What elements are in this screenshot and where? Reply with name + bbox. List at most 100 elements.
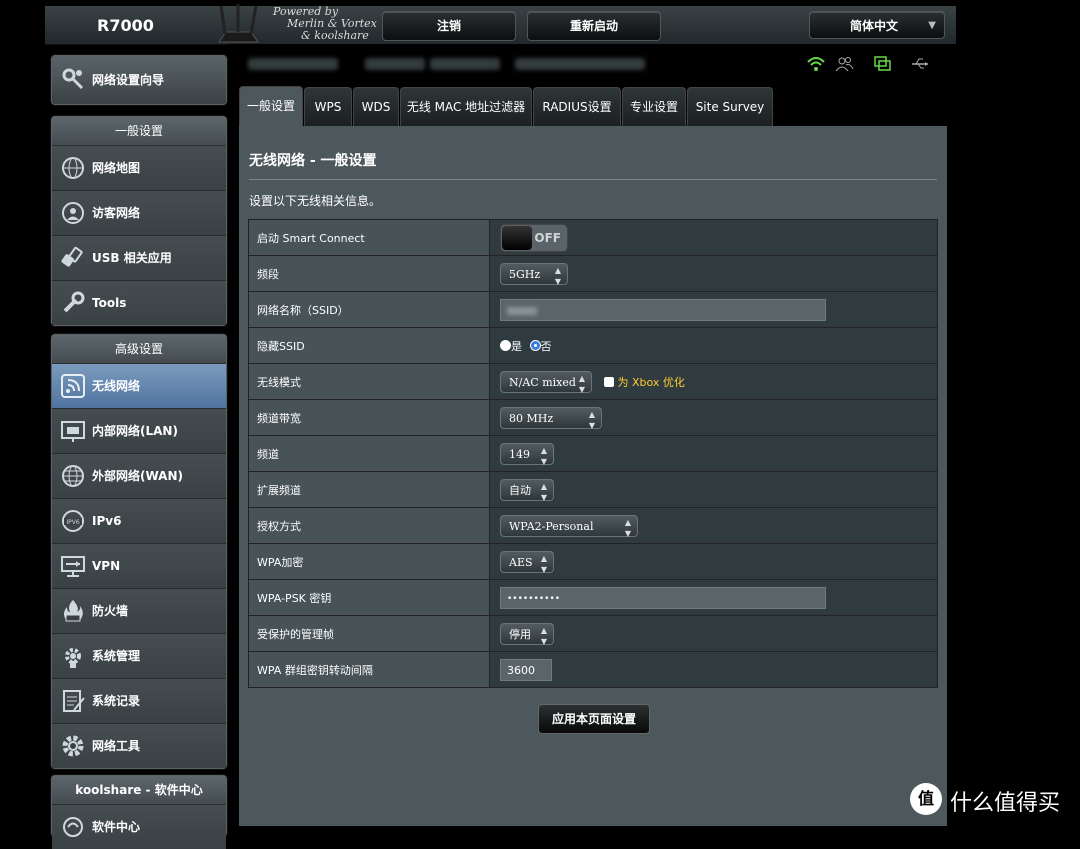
top-header: R7000 Powered by Merlin & Vortex & kools… xyxy=(45,4,956,45)
clients-icon[interactable] xyxy=(834,54,854,74)
channel-select[interactable]: 149 ▲ ▼ xyxy=(500,442,554,466)
table-row: WPA加密 AES ▲ ▼ xyxy=(248,543,938,580)
updown-arrows-icon: ▲ ▼ xyxy=(624,517,631,538)
network-tools-icon xyxy=(62,735,84,757)
sidebar-item-wan[interactable]: 外部网络(WAN) xyxy=(52,454,226,499)
sidebar-item-guest-network[interactable]: 访客网络 xyxy=(52,191,226,236)
network-wizard-item[interactable]: 网络设置向导 xyxy=(52,56,226,104)
usb-status-icon[interactable] xyxy=(910,54,930,74)
sidebar-item-network-tools[interactable]: 网络工具 xyxy=(52,724,226,768)
hide-ssid-yes-radio[interactable] xyxy=(500,340,511,351)
channel-bandwidth-value: 80 MHz xyxy=(509,411,554,425)
table-row: 频段 5GHz ▲ ▼ xyxy=(248,255,938,292)
wpa-encryption-select[interactable]: AES ▲ ▼ xyxy=(500,550,554,574)
connected-devices-icon[interactable] xyxy=(872,54,892,74)
powered-line-3: & koolshare xyxy=(301,29,369,42)
sidebar-item-system-log[interactable]: 系统记录 xyxy=(52,679,226,724)
usb-icon xyxy=(61,246,83,267)
wireless-mode-cell: N/AC mixed ▲ ▼ 为 Xbox 优化 xyxy=(489,363,938,400)
sidebar-item-label: 内部网络(LAN) xyxy=(92,424,178,438)
language-label: 简体中文 xyxy=(850,19,899,33)
hide-ssid-no-radio[interactable] xyxy=(529,340,541,351)
sidebar-item-label: 无线网络 xyxy=(92,379,141,393)
table-row: 授权方式 WPA2-Personal ▲ ▼ xyxy=(248,507,938,544)
logout-button[interactable]: 注销 xyxy=(382,11,516,41)
sidebar-item-vpn[interactable]: VPN xyxy=(52,544,226,589)
wpa-encryption-label: WPA加密 xyxy=(248,543,490,580)
wrench-icon xyxy=(63,291,85,313)
ssid-info-blurred xyxy=(515,58,645,70)
firewall-icon xyxy=(64,600,83,622)
wpa-psk-input[interactable]: •••••••••• xyxy=(500,586,826,609)
hide-ssid-label: 隐藏SSID xyxy=(248,327,490,364)
sidebar-item-label: 网络地图 xyxy=(92,161,141,175)
pmf-select[interactable]: 停用 ▲ ▼ xyxy=(500,622,554,646)
watermark-logo-icon: 值 xyxy=(910,783,942,815)
extension-channel-select[interactable]: 自动 ▲ ▼ xyxy=(500,478,554,502)
sidebar-item-administration[interactable]: 系统管理 xyxy=(52,634,226,679)
sidebar-item-label: 网络工具 xyxy=(92,739,141,753)
band-cell: 5GHz ▲ ▼ xyxy=(489,255,938,292)
tab-general[interactable]: 一般设置 xyxy=(239,86,303,127)
ssid-cell xyxy=(489,291,938,328)
sidebar-item-label: 系统记录 xyxy=(92,694,141,708)
status-bar xyxy=(230,44,956,86)
smart-connect-toggle[interactable]: OFF xyxy=(500,223,568,252)
firmware-info-blurred xyxy=(365,58,425,70)
sidebar-item-network-map[interactable]: 网络地图 xyxy=(52,146,226,191)
reboot-button[interactable]: 重新启动 xyxy=(527,11,661,41)
ssid-input[interactable] xyxy=(500,298,826,321)
tab-wds[interactable]: WDS xyxy=(353,87,399,126)
sidebar-item-label: 访客网络 xyxy=(92,206,141,220)
sidebar-item-tools[interactable]: Tools xyxy=(52,281,226,325)
wireless-mode-select[interactable]: N/AC mixed ▲ ▼ xyxy=(500,370,592,394)
updown-arrows-icon: ▲ ▼ xyxy=(588,409,595,430)
sidebar-item-lan[interactable]: 内部网络(LAN) xyxy=(52,409,226,454)
sidebar-item-label: 软件中心 xyxy=(92,820,141,834)
watermark-text: 什么值得买 xyxy=(950,791,1061,816)
pmf-label: 受保护的管理帧 xyxy=(248,615,490,652)
tab-radius[interactable]: RADIUS设置 xyxy=(533,87,621,126)
quick-setup-block: 网络设置向导 xyxy=(51,55,227,105)
wifi-icon[interactable] xyxy=(806,54,826,74)
router-image-icon xyxy=(218,4,259,43)
pmf-value: 停用 xyxy=(509,627,531,641)
channel-bandwidth-label: 频道带宽 xyxy=(248,399,490,436)
ssid-blurred-value xyxy=(507,306,537,315)
sidebar-item-ipv6[interactable]: IPV6 IPv6 xyxy=(52,499,226,544)
auth-method-select[interactable]: WPA2-Personal ▲ ▼ xyxy=(500,514,638,538)
apply-settings-button[interactable]: 应用本页面设置 xyxy=(538,704,650,734)
xbox-optimize-checkbox[interactable] xyxy=(603,376,614,387)
band-select[interactable]: 5GHz ▲ ▼ xyxy=(500,262,568,286)
wizard-tools-icon xyxy=(62,68,84,90)
tab-mac-filter[interactable]: 无线 MAC 地址过滤器 xyxy=(400,87,532,126)
group-key-interval-input[interactable]: 3600 xyxy=(500,658,552,681)
sidebar-item-software-center[interactable]: 软件中心 xyxy=(52,805,226,849)
tab-professional[interactable]: 专业设置 xyxy=(622,87,686,126)
svg-text:IPV6: IPV6 xyxy=(66,519,79,526)
ssid-label: 网络名称（SSID） xyxy=(248,291,490,328)
channel-bandwidth-cell: 80 MHz ▲ ▼ xyxy=(489,399,938,436)
auth-method-label: 授权方式 xyxy=(248,507,490,544)
wpa-psk-label: WPA-PSK 密钥 xyxy=(248,579,490,616)
extension-channel-value: 自动 xyxy=(509,483,531,497)
tab-wps[interactable]: WPS xyxy=(304,87,352,126)
channel-bandwidth-select[interactable]: 80 MHz ▲ ▼ xyxy=(500,406,602,430)
powered-by-text: Powered by Merlin & Vortex & koolshare xyxy=(259,6,377,42)
tab-site-survey[interactable]: Site Survey xyxy=(687,87,773,126)
sidebar-item-label: 系统管理 xyxy=(92,649,141,663)
sidebar-item-label: Tools xyxy=(92,296,127,310)
sidebar-item-usb[interactable]: USB 相关应用 xyxy=(52,236,226,281)
table-row: 频道带宽 80 MHz ▲ ▼ xyxy=(248,399,938,436)
xbox-optimize-label: 为 Xbox 优化 xyxy=(617,375,685,389)
sidebar-item-label: 外部网络(WAN) xyxy=(92,469,183,483)
sidebar-item-wireless[interactable]: 无线网络 xyxy=(52,364,226,409)
wireless-icon xyxy=(61,374,85,398)
log-icon xyxy=(63,690,85,712)
sidebar-item-firewall[interactable]: 防火墙 xyxy=(52,589,226,634)
band-value: 5GHz xyxy=(509,267,541,281)
updown-arrows-icon: ▲ ▼ xyxy=(540,553,547,574)
smart-connect-cell: OFF xyxy=(489,219,938,256)
content-panel: 无线网络 - 一般设置 设置以下无线相关信息。 启动 Smart Connect… xyxy=(239,126,947,826)
language-select[interactable]: 简体中文 ▼ xyxy=(809,11,945,39)
